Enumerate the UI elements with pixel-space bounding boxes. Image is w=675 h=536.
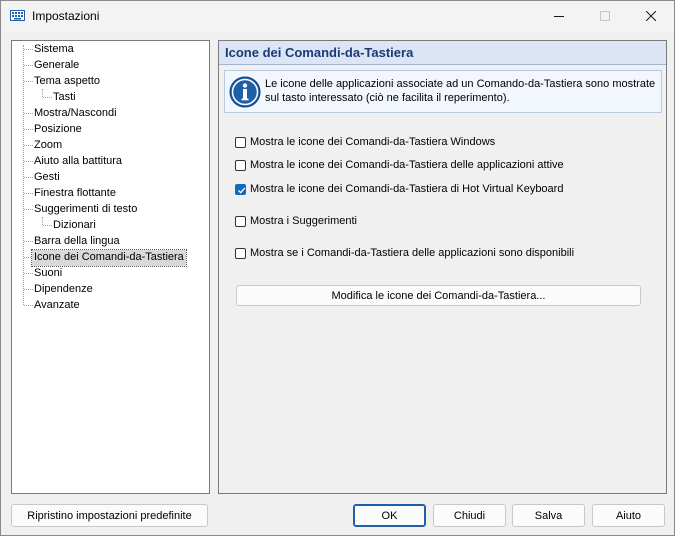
settings-tree[interactable]: Sistema Generale Tema aspetto Tasti Most… (11, 40, 210, 494)
checkbox[interactable] (235, 215, 246, 227)
option-windows-icons[interactable]: Mostra le icone dei Comandi-da-Tastiera … (235, 134, 495, 150)
tree-item-tasti[interactable]: Tasti (51, 90, 78, 106)
option-label: Mostra i Suggerimenti (250, 215, 357, 227)
reset-defaults-button[interactable]: Ripristino impostazioni predefinite (11, 504, 208, 527)
content-header: Icone dei Comandi-da-Tastiera (219, 41, 666, 65)
maximize-icon (600, 11, 610, 21)
option-show-tips[interactable]: Mostra i Suggerimenti (235, 213, 357, 229)
tree-item-dizionari[interactable]: Dizionari (51, 218, 98, 234)
checkbox[interactable] (235, 136, 246, 148)
ok-button[interactable]: OK (353, 504, 426, 527)
close-window-button[interactable] (628, 1, 674, 31)
option-label: Mostra le icone dei Comandi-da-Tastiera … (250, 136, 496, 148)
option-label: Mostra se i Comandi-da-Tastiera delle ap… (250, 247, 575, 259)
option-hvk-icons[interactable]: Mostra le icone dei Comandi-da-Tastiera … (235, 181, 563, 197)
close-icon (646, 11, 656, 21)
tree-item-gesti[interactable]: Gesti (32, 170, 62, 186)
tree-item-icone-comandi[interactable]: Icone dei Comandi-da-Tastiera (31, 249, 187, 267)
tree-item-sistema[interactable]: Sistema (32, 42, 76, 58)
option-label: Mostra le icone dei Comandi-da-Tastiera … (250, 183, 564, 195)
page-title: Icone dei Comandi-da-Tastiera (225, 45, 414, 60)
tree-item-suoni[interactable]: Suoni (32, 266, 64, 282)
tree-connector (42, 217, 43, 225)
option-show-availability[interactable]: Mostra se i Comandi-da-Tastiera delle ap… (235, 245, 574, 261)
info-text: Le icone delle applicazioni associate ad… (265, 78, 656, 104)
title-bar[interactable]: Impostazioni (1, 1, 674, 31)
maximize-button[interactable] (582, 1, 628, 31)
keyboard-icon (10, 10, 25, 21)
checkbox-checked[interactable] (235, 183, 246, 195)
tree-item-posizione[interactable]: Posizione (32, 122, 84, 138)
tree-item-tema-aspetto[interactable]: Tema aspetto (32, 74, 102, 90)
info-icon (229, 76, 261, 108)
tree-item-generale[interactable]: Generale (32, 58, 81, 74)
tree-item-mostra-nascondi[interactable]: Mostra/Nascondi (32, 106, 119, 122)
check-icon (238, 187, 246, 194)
option-active-app-icons[interactable]: Mostra le icone dei Comandi-da-Tastiera … (235, 157, 564, 173)
close-button[interactable]: Chiudi (433, 504, 506, 527)
minimize-icon (554, 15, 564, 17)
content-panel: Icone dei Comandi-da-Tastiera Le icone d… (218, 40, 667, 494)
tree-connector (42, 89, 43, 97)
settings-window: Impostazioni Sistema Generale Tema aspet… (0, 0, 675, 536)
tree-item-finestra-flottante[interactable]: Finestra flottante (32, 186, 118, 202)
save-button[interactable]: Salva (512, 504, 585, 527)
tree-item-zoom[interactable]: Zoom (32, 138, 64, 154)
info-box: Le icone delle applicazioni associate ad… (224, 70, 662, 113)
minimize-button[interactable] (536, 1, 582, 31)
option-label: Mostra le icone dei Comandi-da-Tastiera … (250, 159, 564, 171)
tree-item-suggerimenti-testo[interactable]: Suggerimenti di testo (32, 202, 139, 218)
help-button[interactable]: Aiuto (592, 504, 665, 527)
checkbox[interactable] (235, 247, 246, 259)
edit-icons-button[interactable]: Modifica le icone dei Comandi-da-Tastier… (236, 285, 641, 306)
window-title: Impostazioni (32, 9, 100, 23)
checkbox[interactable] (235, 159, 246, 171)
tree-connector (23, 45, 24, 305)
tree-item-avanzate[interactable]: Avanzate (32, 298, 82, 314)
tree-item-aiuto-battitura[interactable]: Aiuto alla battitura (32, 154, 124, 170)
tree-item-barra-lingua[interactable]: Barra della lingua (32, 234, 122, 250)
tree-item-dipendenze[interactable]: Dipendenze (32, 282, 95, 298)
